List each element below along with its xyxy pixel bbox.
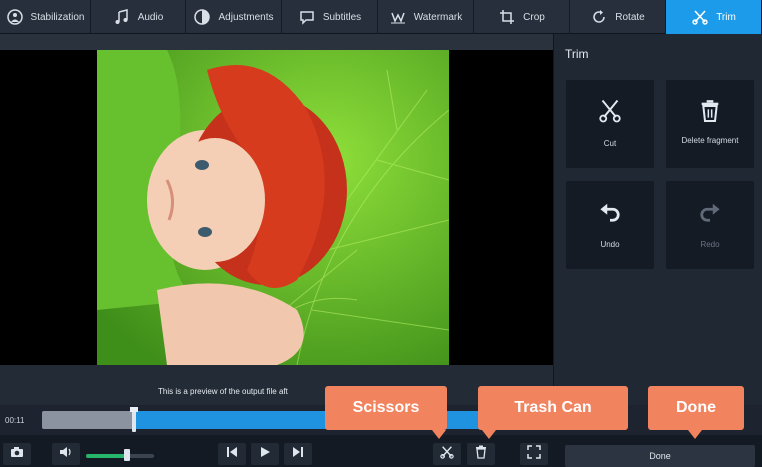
speaker-icon xyxy=(59,445,73,463)
delete-fragment-button[interactable]: Delete fragment xyxy=(666,80,754,168)
skip-forward-icon xyxy=(292,445,304,463)
undo-button[interactable]: Undo xyxy=(566,181,654,269)
tool-label: Audio xyxy=(137,11,164,23)
cut-button-bottom[interactable] xyxy=(433,443,461,465)
tool-subtitles[interactable]: Subtitles xyxy=(282,0,378,34)
delete-fragment-label: Delete fragment xyxy=(681,136,739,145)
rotate-icon xyxy=(590,8,608,26)
tool-label: Rotate xyxy=(615,11,645,23)
tool-label: Stabilization xyxy=(30,11,85,23)
tool-label: Watermark xyxy=(413,11,463,23)
preview-header-strip xyxy=(0,34,553,50)
camera-icon xyxy=(10,445,24,463)
redo-icon xyxy=(666,199,754,225)
callout-trash-can: Trash Can xyxy=(478,386,628,430)
callout-trash-tail xyxy=(482,430,496,439)
music-note-icon xyxy=(113,8,131,26)
scissors-icon xyxy=(440,445,454,464)
trash-icon xyxy=(666,98,754,124)
fullscreen-icon xyxy=(527,444,541,464)
adjustments-icon xyxy=(193,8,211,26)
volume-button[interactable] xyxy=(52,443,80,465)
skip-back-icon xyxy=(226,445,238,463)
preview-caption: This is a preview of the output file aft xyxy=(158,387,288,396)
tool-label: Trim xyxy=(716,11,736,23)
stabilization-icon xyxy=(6,8,24,26)
tool-label: Subtitles xyxy=(322,11,362,23)
top-toolbar: Stabilization Audio Adjustments Subtitle… xyxy=(0,0,762,34)
video-preview xyxy=(0,50,553,365)
callout-scissors-tail xyxy=(432,430,446,439)
snapshot-button[interactable] xyxy=(3,443,31,465)
tool-crop[interactable]: Crop xyxy=(474,0,570,34)
preview-caption-bar: This is a preview of the output file aft xyxy=(0,365,553,405)
play-button[interactable] xyxy=(251,443,279,465)
scissors-icon xyxy=(691,8,709,26)
redo-button[interactable]: Redo xyxy=(666,181,754,269)
undo-icon xyxy=(566,199,654,225)
callout-done-tail xyxy=(688,430,702,439)
tool-stabilization[interactable]: Stabilization xyxy=(0,0,91,34)
tool-label: Crop xyxy=(523,11,545,23)
fullscreen-button[interactable] xyxy=(520,443,548,465)
redo-label: Redo xyxy=(700,240,720,249)
watermark-icon xyxy=(389,8,407,26)
preview-frame-image xyxy=(97,50,449,365)
tool-label: Adjustments xyxy=(218,11,274,23)
current-time: 00:11 xyxy=(5,416,25,425)
trash-icon xyxy=(475,445,487,464)
skip-back-button[interactable] xyxy=(218,443,246,465)
volume-knob[interactable] xyxy=(123,449,130,461)
tool-trim[interactable]: Trim xyxy=(666,0,762,34)
done-button[interactable]: Done xyxy=(565,445,755,467)
tool-adjustments[interactable]: Adjustments xyxy=(186,0,282,34)
playhead-handle[interactable] xyxy=(129,407,138,412)
volume-slider[interactable] xyxy=(86,454,154,458)
scissors-icon xyxy=(566,98,654,124)
tool-rotate[interactable]: Rotate xyxy=(570,0,666,34)
speech-bubble-icon xyxy=(298,8,316,26)
tool-watermark[interactable]: Watermark xyxy=(378,0,474,34)
delete-button-bottom[interactable] xyxy=(467,443,495,465)
callout-done: Done xyxy=(648,386,744,430)
tool-audio[interactable]: Audio xyxy=(91,0,186,34)
trim-panel: Trim Cut Delete fragment Undo Redo xyxy=(553,34,762,405)
playhead-layer xyxy=(42,407,552,432)
volume-level xyxy=(86,454,127,458)
video-editor-window: Stabilization Audio Adjustments Subtitle… xyxy=(0,0,762,467)
skip-forward-button[interactable] xyxy=(284,443,312,465)
callout-scissors: Scissors xyxy=(325,386,447,430)
crop-icon xyxy=(498,8,516,26)
undo-label: Undo xyxy=(600,240,620,249)
play-icon xyxy=(259,445,271,463)
panel-title: Trim xyxy=(565,47,589,61)
cut-button[interactable]: Cut xyxy=(566,80,654,168)
cut-label: Cut xyxy=(603,139,617,148)
